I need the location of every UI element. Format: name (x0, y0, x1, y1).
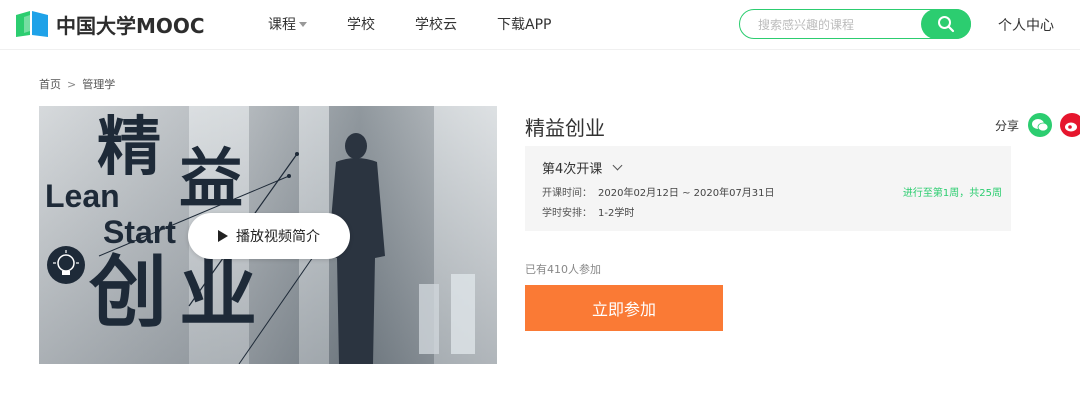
play-intro-video-button[interactable]: 播放视频简介 (188, 213, 350, 259)
lightbulb-icon (47, 246, 85, 284)
breadcrumb: 首页 > 管理学 (39, 76, 115, 92)
main-nav: 课程 学校 学校云 下载APP (268, 14, 591, 34)
nav-item-school-cloud[interactable]: 学校云 (415, 14, 457, 34)
nav-item-label: 学校云 (415, 17, 457, 33)
nav-item-label: 学校 (347, 17, 375, 33)
mooc-logo-icon (14, 9, 50, 39)
term-label-text: 第4次开课 (542, 162, 603, 177)
hours-label: 学时安排： (542, 208, 592, 219)
wechat-icon[interactable] (1028, 113, 1053, 137)
share-label: 分享 (995, 118, 1020, 133)
site-logo[interactable]: 中国大学MOOC (14, 9, 205, 39)
user-center-link[interactable]: 个人中心 (998, 15, 1054, 35)
play-button-label: 播放视频简介 (236, 229, 320, 245)
hours-value: 1-2学时 (598, 208, 635, 219)
course-progress-text: 进行至第1周，共25周 (902, 188, 1002, 199)
caret-down-icon (299, 21, 307, 27)
join-course-button[interactable]: 立即参加 (525, 285, 723, 331)
nav-item-schools[interactable]: 学校 (347, 14, 375, 34)
breadcrumb-home[interactable]: 首页 (39, 76, 61, 92)
logo-text: 中国大学MOOC (56, 13, 205, 38)
chevron-down-icon (612, 160, 623, 171)
nav-item-download-app[interactable]: 下载APP (497, 14, 551, 34)
cover-overlay-text: Lean (45, 178, 120, 214)
course-title: 精益创业 (525, 116, 605, 140)
weibo-icon[interactable] (1060, 113, 1080, 137)
search-icon (938, 16, 955, 33)
term-info-panel: 第4次开课 开课时间： 2020年02月12日 ~ 2020年07月31日 学时安… (525, 146, 1011, 231)
nav-item-label: 课程 (268, 17, 296, 33)
breadcrumb-category[interactable]: 管理学 (82, 76, 115, 92)
term-selector[interactable]: 第4次开课 (542, 158, 623, 177)
schedule-label: 开课时间： (542, 188, 592, 199)
search-button[interactable] (921, 9, 971, 39)
search-box (739, 9, 971, 39)
nav-item-label: 下载APP (497, 17, 552, 33)
play-icon (218, 230, 228, 242)
cover-overlay-text: Start (103, 214, 176, 250)
cover-title-char: 创 (89, 248, 168, 338)
breadcrumb-separator: > (67, 77, 77, 91)
enrolled-count: 已有410人参加 (525, 263, 601, 276)
hours-row: 学时安排： 1-2学时 (542, 204, 634, 219)
nav-item-courses[interactable]: 课程 (268, 14, 307, 34)
course-cover-video[interactable]: 精 益 创 业 Lean Start 播放视频简介 (39, 106, 497, 364)
search-input[interactable] (758, 16, 918, 34)
share-bar: 分享 (995, 113, 1080, 137)
cover-title-char: 业 (179, 248, 258, 338)
schedule-row: 开课时间： 2020年02月12日 ~ 2020年07月31日 (542, 184, 775, 199)
cover-title-char: 精 (97, 111, 161, 185)
schedule-value: 2020年02月12日 ~ 2020年07月31日 (598, 188, 775, 199)
top-header: 中国大学MOOC 课程 学校 学校云 下载APP 个人中心 (0, 0, 1080, 50)
cover-title-char: 益 (179, 143, 243, 217)
